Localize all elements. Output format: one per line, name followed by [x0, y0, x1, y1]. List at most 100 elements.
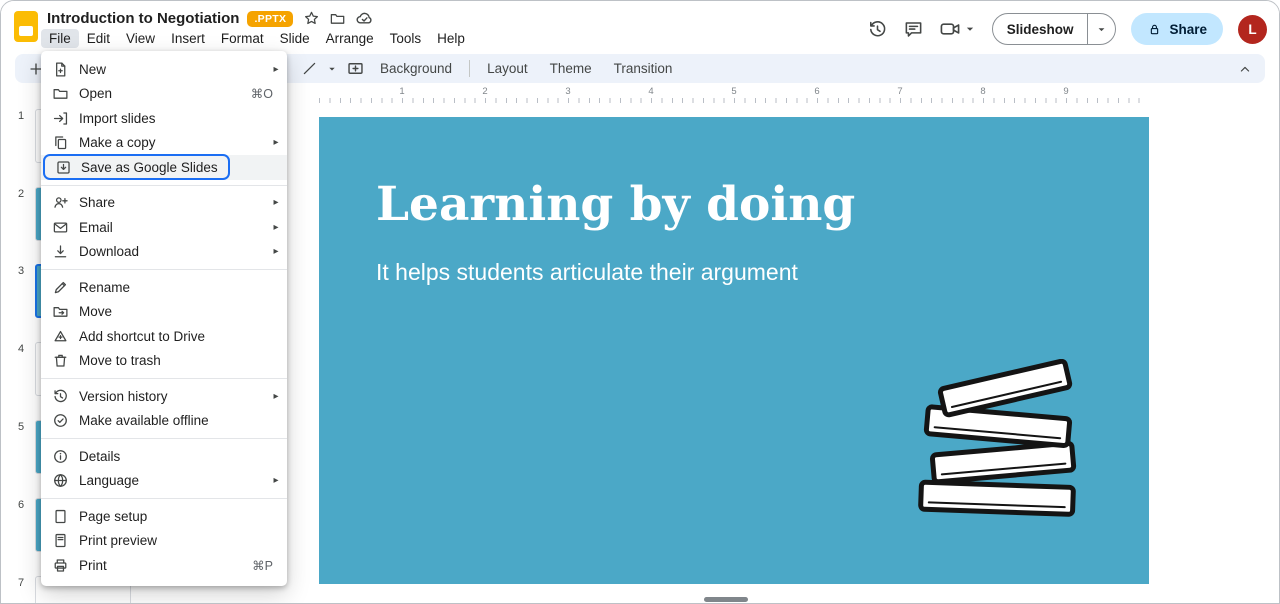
menu-item-label: Import slides — [79, 111, 287, 126]
menu-edit[interactable]: Edit — [79, 29, 118, 48]
menu-tools[interactable]: Tools — [382, 29, 430, 48]
placeholder-icon[interactable] — [343, 57, 367, 81]
menu-item-label: Rename — [79, 280, 287, 295]
menu-separator — [41, 378, 287, 379]
ruler-mark: 5 — [731, 86, 736, 97]
menu-item-make-available-offline[interactable]: Make available offline — [41, 409, 287, 434]
version-history-icon[interactable] — [867, 19, 888, 40]
menu-item-rename[interactable]: Rename — [41, 275, 287, 300]
highlight-annotation-box: Save as Google Slides — [43, 154, 230, 180]
menu-item-print-preview[interactable]: Print preview — [41, 529, 287, 554]
horizontal-ruler: 1 2 3 4 5 6 7 8 9 — [319, 86, 1149, 103]
menu-item-label: Share — [79, 195, 265, 210]
layout-button[interactable]: Layout — [478, 58, 537, 79]
menu-separator — [41, 498, 287, 499]
slide-number: 5 — [13, 421, 29, 433]
menu-item-label: Make a copy — [79, 135, 265, 150]
menu-file[interactable]: File — [41, 29, 79, 48]
ruler-mark: 4 — [648, 86, 653, 97]
file-menu-dropdown: New ▸ Open ⌘O Import slides Make a copy … — [41, 51, 287, 586]
slide-number: 3 — [13, 265, 29, 277]
star-icon[interactable] — [303, 10, 320, 27]
menu-shortcut: ⌘P — [252, 558, 273, 573]
menu-item-label: Language — [79, 473, 265, 488]
menu-arrange[interactable]: Arrange — [318, 29, 382, 48]
comments-icon[interactable] — [903, 19, 924, 40]
menu-item-make-a-copy[interactable]: Make a copy ▸ — [41, 131, 287, 156]
menu-item-label: Download — [79, 244, 265, 259]
submenu-arrow-icon: ▸ — [265, 222, 287, 233]
menu-item-import-slides[interactable]: Import slides — [41, 106, 287, 131]
menu-item-move-to-trash[interactable]: Move to trash — [41, 349, 287, 374]
menu-view[interactable]: View — [118, 29, 163, 48]
slide-number: 1 — [13, 110, 29, 122]
line-tool-caret-icon[interactable] — [325, 57, 339, 81]
menu-item-download[interactable]: Download ▸ — [41, 240, 287, 265]
menu-item-open[interactable]: Open ⌘O — [41, 82, 287, 107]
slideshow-button[interactable]: Slideshow — [993, 14, 1088, 44]
menu-slide[interactable]: Slide — [272, 29, 318, 48]
slideshow-dropdown-button[interactable] — [1087, 14, 1115, 44]
download-icon — [41, 243, 79, 260]
menu-item-save-as-google-slides[interactable]: Save as Google Slides — [41, 155, 287, 180]
person-add-icon — [41, 194, 79, 211]
menu-help[interactable]: Help — [429, 29, 473, 48]
print-preview-icon — [41, 532, 79, 549]
submenu-arrow-icon: ▸ — [265, 391, 287, 402]
rename-icon — [41, 279, 79, 296]
menu-separator — [41, 438, 287, 439]
horizontal-scrollbar[interactable] — [704, 597, 748, 602]
menu-item-email[interactable]: Email ▸ — [41, 215, 287, 240]
menu-item-page-setup[interactable]: Page setup — [41, 504, 287, 529]
google-slides-window: Introduction to Negotiation .PPTX File E… — [0, 0, 1280, 604]
slide-canvas[interactable]: Learning by doing It helps students arti… — [319, 117, 1149, 584]
submenu-arrow-icon: ▸ — [265, 246, 287, 257]
submenu-arrow-icon: ▸ — [265, 197, 287, 208]
menu-item-print[interactable]: Print ⌘P — [41, 553, 287, 578]
slide-title-text[interactable]: Learning by doing — [376, 177, 855, 232]
ruler-mark: 7 — [897, 86, 902, 97]
menu-item-new[interactable]: New ▸ — [41, 57, 287, 82]
menu-format[interactable]: Format — [213, 29, 272, 48]
background-button[interactable]: Background — [371, 58, 461, 79]
share-button[interactable]: Share — [1131, 13, 1223, 45]
menu-item-label: Page setup — [79, 509, 287, 524]
document-status-cloud-icon[interactable] — [355, 9, 374, 28]
menu-item-move[interactable]: Move — [41, 300, 287, 325]
document-title[interactable]: Introduction to Negotiation — [47, 10, 239, 27]
menu-item-label: Move — [79, 304, 287, 319]
menu-item-language[interactable]: Language ▸ — [41, 469, 287, 494]
globe-icon — [41, 472, 79, 489]
copy-icon — [41, 134, 79, 151]
stacked-books-image[interactable] — [911, 359, 1096, 529]
printer-icon — [41, 557, 79, 574]
info-icon — [41, 448, 79, 465]
menu-item-share[interactable]: Share ▸ — [41, 191, 287, 216]
envelope-icon — [41, 219, 79, 236]
slide-body-text[interactable]: It helps students articulate their argum… — [376, 259, 798, 286]
menubar: File Edit View Insert Format Slide Arran… — [41, 29, 473, 48]
menu-item-label: Move to trash — [79, 353, 287, 368]
version-history-icon — [41, 388, 79, 405]
theme-button[interactable]: Theme — [541, 58, 601, 79]
move-folder-icon[interactable] — [329, 10, 346, 27]
menu-item-label: Email — [79, 220, 265, 235]
video-call-button[interactable] — [939, 18, 977, 40]
save-icon — [45, 159, 81, 176]
menu-item-add-shortcut-to-drive[interactable]: Add shortcut to Drive — [41, 324, 287, 349]
caret-down-icon[interactable] — [963, 22, 977, 36]
toolbar-divider — [469, 60, 470, 77]
menu-insert[interactable]: Insert — [163, 29, 213, 48]
submenu-arrow-icon: ▸ — [265, 137, 287, 148]
slides-logo-icon[interactable] — [14, 11, 38, 42]
menu-item-version-history[interactable]: Version history ▸ — [41, 384, 287, 409]
collapse-toolbar-chevron-icon[interactable] — [1233, 57, 1257, 81]
menu-item-label: Make available offline — [79, 413, 287, 428]
menu-item-label: Print preview — [79, 533, 287, 548]
line-tool-icon[interactable] — [297, 57, 321, 81]
account-avatar[interactable]: L — [1238, 15, 1267, 44]
menu-item-details[interactable]: Details — [41, 444, 287, 469]
transition-button[interactable]: Transition — [605, 58, 682, 79]
drive-shortcut-icon — [41, 328, 79, 345]
menu-item-label: New — [79, 62, 265, 77]
